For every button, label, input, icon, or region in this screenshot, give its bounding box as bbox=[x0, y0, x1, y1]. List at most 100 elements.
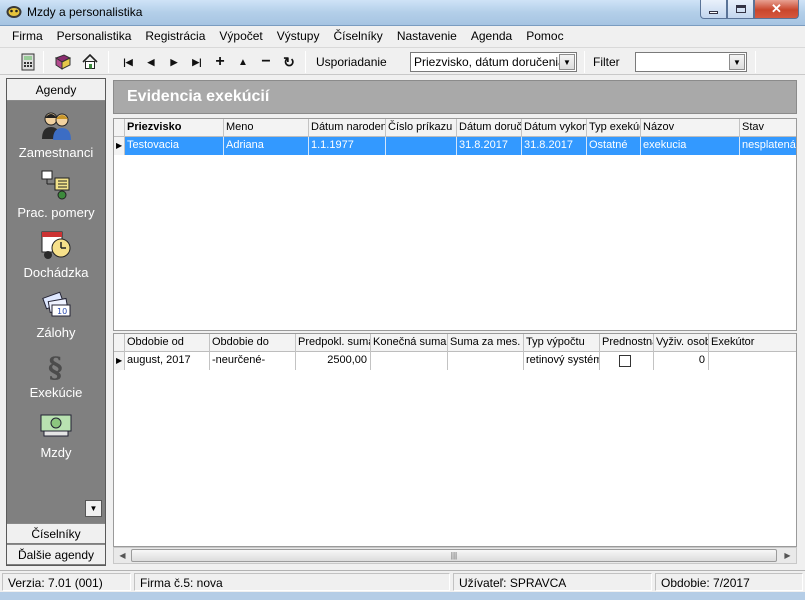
column-header[interactable]: Suma za mes. bbox=[448, 334, 524, 352]
column-header[interactable]: Dátum vykonateľnosti bbox=[522, 119, 587, 137]
sidebar-item-mzdy[interactable]: Mzdy bbox=[7, 409, 105, 469]
chevron-down-icon[interactable]: ▼ bbox=[559, 54, 575, 70]
scrollbar-thumb[interactable]: ||| bbox=[131, 549, 777, 562]
remove-record-button[interactable]: − bbox=[256, 52, 276, 72]
table-cell: nesplatená bbox=[740, 137, 796, 155]
last-icon: ▶| bbox=[192, 56, 202, 67]
table-row[interactable]: ▶ Testovacia Adriana 1.1.1977 31.8.2017 … bbox=[114, 137, 796, 155]
horizontal-scrollbar[interactable]: ◀ ||| ▶ bbox=[113, 547, 797, 564]
column-header[interactable]: Číslo príkazu bbox=[386, 119, 457, 137]
calculator-button[interactable] bbox=[18, 52, 38, 72]
minimize-button[interactable] bbox=[700, 0, 727, 19]
sort-select[interactable]: Priezvisko, dátum doručenia ▼ bbox=[410, 52, 577, 72]
work-relations-icon bbox=[41, 170, 70, 200]
employees-icon bbox=[42, 112, 71, 140]
first-record-button[interactable]: |◀ bbox=[118, 52, 138, 72]
advances-icon: 10 bbox=[42, 291, 71, 317]
table-cell: 0 bbox=[654, 352, 709, 370]
table-row[interactable]: ▶ august, 2017 -neurčené- 2500,00 retino… bbox=[114, 352, 796, 370]
status-period: Obdobie: 7/2017 bbox=[655, 573, 803, 591]
column-header[interactable]: Obdobie od bbox=[125, 334, 210, 352]
column-header[interactable]: Priezvisko bbox=[125, 119, 224, 137]
table-cell bbox=[709, 352, 796, 370]
table-cell: 31.8.2017 bbox=[457, 137, 522, 155]
menu-ciselniky[interactable]: Číselníky bbox=[326, 29, 389, 43]
column-header[interactable]: Stav bbox=[740, 119, 796, 137]
attendance-icon bbox=[41, 231, 71, 259]
sidebar-item-exekucie[interactable]: § Exekúcie bbox=[7, 349, 105, 409]
filter-label: Filter bbox=[593, 55, 620, 69]
column-header[interactable]: Exekútor bbox=[709, 334, 796, 352]
status-user: Užívateľ: SPRAVCA bbox=[453, 573, 652, 591]
row-indicator-header bbox=[114, 334, 125, 352]
home-icon bbox=[82, 54, 98, 69]
table-cell bbox=[371, 352, 448, 370]
scroll-right-icon[interactable]: ▶ bbox=[779, 548, 796, 563]
prednostna-checkbox[interactable] bbox=[619, 355, 631, 367]
column-header[interactable]: Predpokl. suma bbox=[296, 334, 371, 352]
close-button[interactable]: ✕ bbox=[754, 0, 799, 19]
sidebar-item-prac-pomery[interactable]: Prac. pomery bbox=[7, 169, 105, 229]
table-cell: exekucia bbox=[641, 137, 740, 155]
column-header[interactable]: Prednostná bbox=[600, 334, 654, 352]
home-button[interactable] bbox=[80, 52, 100, 72]
sidebar-scroll-down-button[interactable]: ▼ bbox=[85, 500, 102, 517]
calculator-icon bbox=[21, 53, 35, 71]
book-button[interactable] bbox=[53, 52, 73, 72]
minus-icon: − bbox=[261, 53, 271, 70]
table-cell: Adriana bbox=[224, 137, 309, 155]
menu-agenda[interactable]: Agenda bbox=[464, 29, 519, 43]
next-record-button[interactable]: ▶ bbox=[164, 52, 184, 72]
menu-nastavenie[interactable]: Nastavenie bbox=[390, 29, 464, 43]
prev-record-button[interactable]: ◀ bbox=[141, 52, 161, 72]
toolbar: |◀ ◀ ▶ ▶| + ▲ − ↻ Usporiadanie Priezvisk… bbox=[0, 47, 805, 75]
scroll-left-icon[interactable]: ◀ bbox=[114, 548, 131, 563]
menu-personalistika[interactable]: Personalistika bbox=[50, 29, 139, 43]
row-indicator-header bbox=[114, 119, 125, 137]
column-header[interactable]: Typ výpočtu bbox=[524, 334, 600, 352]
menu-vystupy[interactable]: Výstupy bbox=[270, 29, 327, 43]
title-bar: Mzdy a personalistika ✕ bbox=[0, 0, 805, 26]
sidebar-item-label: Exekúcie bbox=[29, 385, 83, 400]
sidebar-item-zalohy[interactable]: 10 Zálohy bbox=[7, 289, 105, 349]
menu-firma[interactable]: Firma bbox=[5, 29, 50, 43]
menu-vypocet[interactable]: Výpočet bbox=[212, 29, 269, 43]
window-bottom-border bbox=[0, 592, 805, 600]
move-up-button[interactable]: ▲ bbox=[233, 52, 253, 72]
section-banner: Evidencia exekúcií bbox=[113, 80, 797, 114]
menu-registracia[interactable]: Registrácia bbox=[138, 29, 212, 43]
sidebar-dalsie-agendy-button[interactable]: Ďalšie agendy bbox=[7, 544, 105, 564]
chevron-down-icon[interactable]: ▼ bbox=[729, 54, 745, 70]
column-header[interactable]: Konečná suma bbox=[371, 334, 448, 352]
status-company: Firma č.5: nova bbox=[134, 573, 450, 591]
column-header[interactable]: Obdobie do bbox=[210, 334, 296, 352]
sidebar-item-dochadzka[interactable]: Dochádzka bbox=[7, 229, 105, 289]
status-bar: Verzia: 7.01 (001) Firma č.5: nova Užíva… bbox=[0, 570, 805, 592]
sidebar-item-label: Prac. pomery bbox=[17, 205, 95, 220]
table-cell: 2500,00 bbox=[296, 352, 371, 370]
column-header[interactable]: Dátum narodenia bbox=[309, 119, 386, 137]
sidebar-ciselniky-button[interactable]: Číselníky bbox=[7, 523, 105, 543]
toolbar-separator bbox=[108, 51, 109, 73]
periods-grid[interactable]: Obdobie od Obdobie do Predpokl. suma Kon… bbox=[113, 333, 797, 547]
grid-header: Priezvisko Meno Dátum narodenia Číslo pr… bbox=[114, 119, 796, 137]
page-title: Evidencia exekúcií bbox=[127, 88, 270, 105]
maximize-button[interactable] bbox=[727, 0, 754, 19]
column-header[interactable]: Meno bbox=[224, 119, 309, 137]
sort-label: Usporiadanie bbox=[316, 55, 387, 69]
column-header[interactable]: Názov bbox=[641, 119, 740, 137]
last-record-button[interactable]: ▶| bbox=[187, 52, 207, 72]
column-header[interactable]: Dátum doručenia bbox=[457, 119, 522, 137]
filter-select[interactable]: ▼ bbox=[635, 52, 747, 72]
current-row-icon: ▶ bbox=[114, 137, 125, 155]
column-header[interactable]: Typ exekúcie bbox=[587, 119, 641, 137]
add-record-button[interactable]: + bbox=[210, 52, 230, 72]
refresh-button[interactable]: ↻ bbox=[279, 52, 299, 72]
up-arrow-icon: ▲ bbox=[238, 56, 248, 68]
executions-grid[interactable]: Priezvisko Meno Dátum narodenia Číslo pr… bbox=[113, 118, 797, 331]
sidebar-header[interactable]: Agendy bbox=[7, 79, 105, 101]
book-icon bbox=[54, 54, 72, 70]
column-header[interactable]: Vyživ. osoby bbox=[654, 334, 709, 352]
sidebar-item-zamestnanci[interactable]: Zamestnanci bbox=[7, 109, 105, 169]
menu-pomoc[interactable]: Pomoc bbox=[519, 29, 570, 43]
